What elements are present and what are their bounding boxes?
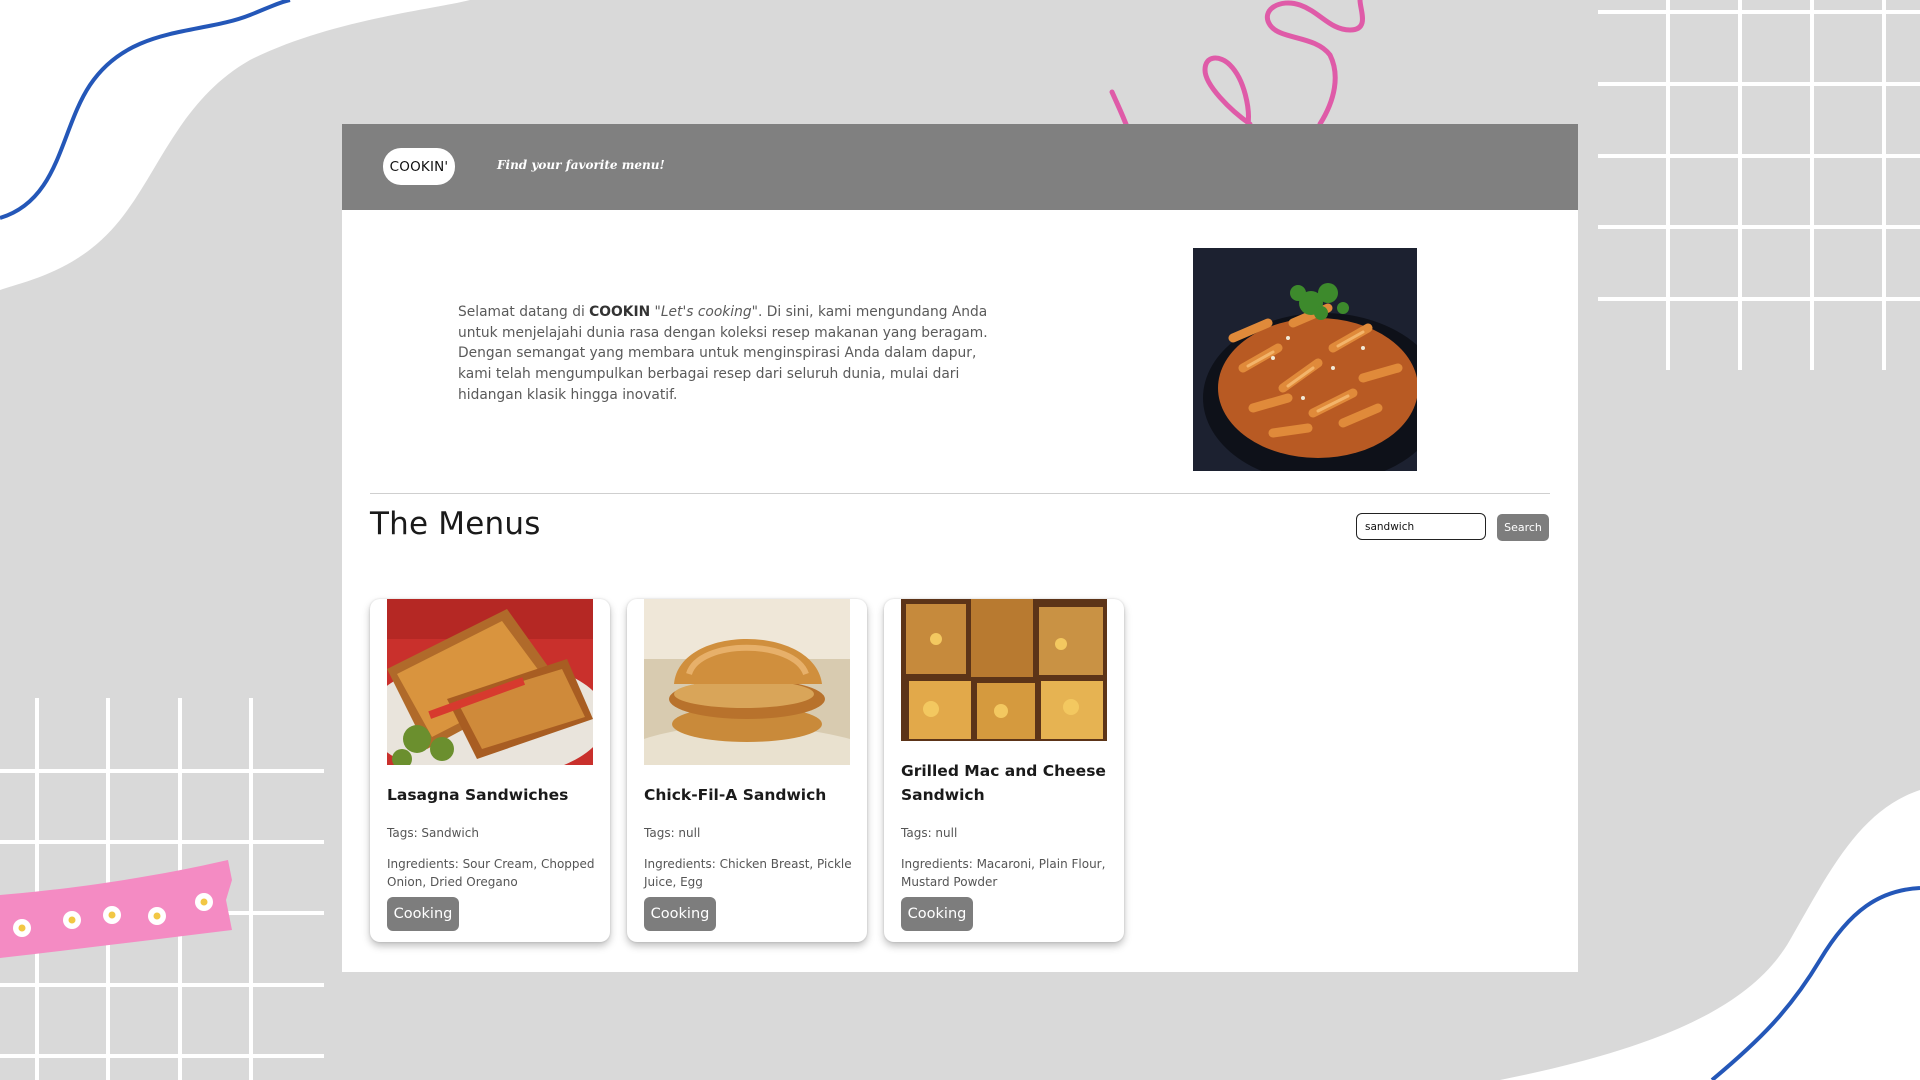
pink-scribble-decoration <box>1109 0 1365 138</box>
search-input[interactable] <box>1356 513 1486 540</box>
navbar-tagline: Find your favorite menu! <box>497 158 665 172</box>
logo-button[interactable]: COOKIN' <box>383 148 455 185</box>
card-title: Grilled Mac and Cheese Sandwich <box>901 762 1106 804</box>
card-ingredients: Ingredients: Sour Cream, Chopped Onion, … <box>387 857 595 889</box>
card-title: Chick-Fil-A Sandwich <box>644 786 827 804</box>
menus-heading: The Menus <box>370 506 541 542</box>
card-tags: Tags: null <box>644 826 701 840</box>
hero-description: Selamat datang di COOKIN "Let's cooking"… <box>458 302 998 406</box>
hero-text-intro: Selamat datang di <box>458 304 590 320</box>
card-tags: Tags: null <box>901 826 958 840</box>
pink-tape-decoration <box>0 860 232 958</box>
cooking-button[interactable]: Cooking <box>901 897 973 931</box>
hero-pasta-image <box>1193 248 1417 471</box>
navbar: COOKIN' Find your favorite menu! <box>342 124 1578 210</box>
card-tags: Tags: Sandwich <box>387 826 479 840</box>
card-ingredients: Ingredients: Macaroni, Plain Flour, Must… <box>901 857 1106 889</box>
hero-motto: "Let's cooking" <box>650 304 758 320</box>
card-image-lasagna-sandwich <box>387 599 593 765</box>
card-title: Lasagna Sandwiches <box>387 786 569 804</box>
menu-card: Lasagna Sandwiches Tags: Sandwich Ingred… <box>370 599 610 942</box>
section-divider <box>370 493 1550 494</box>
cooking-button[interactable]: Cooking <box>387 897 459 931</box>
card-ingredients: Ingredients: Chicken Breast, Pickle Juic… <box>644 857 852 889</box>
menu-card: Grilled Mac and Cheese Sandwich Tags: nu… <box>884 599 1124 942</box>
hero-brand: COOKIN <box>589 304 651 320</box>
website-page: COOKIN' Find your favorite menu! Selamat… <box>342 124 1578 972</box>
grid-top-right <box>1598 0 1920 370</box>
menu-card: Chick-Fil-A Sandwich Tags: null Ingredie… <box>627 599 867 942</box>
card-image-chicken-sandwich <box>644 599 850 765</box>
search-button[interactable]: Search <box>1497 514 1549 541</box>
card-image-grilled-mac-cheese <box>901 599 1107 741</box>
cooking-button[interactable]: Cooking <box>644 897 716 931</box>
